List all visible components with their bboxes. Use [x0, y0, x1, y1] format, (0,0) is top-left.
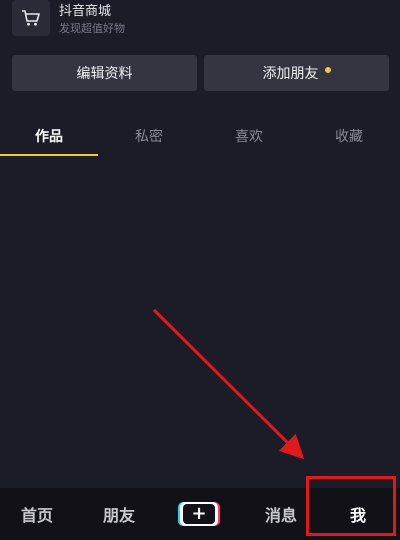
- edit-profile-button[interactable]: 编辑资料: [12, 55, 197, 91]
- nav-friends[interactable]: 朋友: [82, 488, 156, 540]
- active-tab-indicator: [0, 154, 98, 156]
- shop-entry[interactable]: 抖音商城 发现超值好物: [12, 0, 312, 40]
- nav-home-label: 首页: [20, 506, 53, 525]
- tab-private-label: 私密: [135, 129, 163, 145]
- nav-messages-label: 消息: [264, 506, 297, 525]
- add-friend-label: 添加朋友: [262, 66, 319, 82]
- shop-title: 抖音商城: [59, 4, 112, 19]
- tab-favorites-label: 收藏: [335, 129, 363, 145]
- notification-dot: [324, 67, 331, 73]
- edit-profile-label: 编辑资料: [76, 66, 133, 82]
- nav-home[interactable]: 首页: [0, 488, 74, 540]
- nav-friends-label: 朋友: [102, 506, 135, 525]
- plus-icon: +: [183, 504, 215, 524]
- tab-favorites[interactable]: 收藏: [300, 118, 398, 156]
- tab-likes-label: 喜欢: [235, 129, 263, 145]
- add-friend-button[interactable]: 添加朋友: [204, 55, 389, 91]
- highlight-box: [306, 476, 396, 536]
- shop-subtitle: 发现超值好物: [59, 22, 125, 35]
- tab-works[interactable]: 作品: [0, 118, 98, 156]
- tab-private[interactable]: 私密: [100, 118, 198, 156]
- create-button[interactable]: +: [180, 502, 218, 526]
- tab-likes[interactable]: 喜欢: [200, 118, 298, 156]
- cart-icon: [12, 0, 50, 36]
- tab-works-label: 作品: [35, 129, 63, 145]
- profile-tabs: 作品 私密 喜欢 收藏: [0, 118, 400, 156]
